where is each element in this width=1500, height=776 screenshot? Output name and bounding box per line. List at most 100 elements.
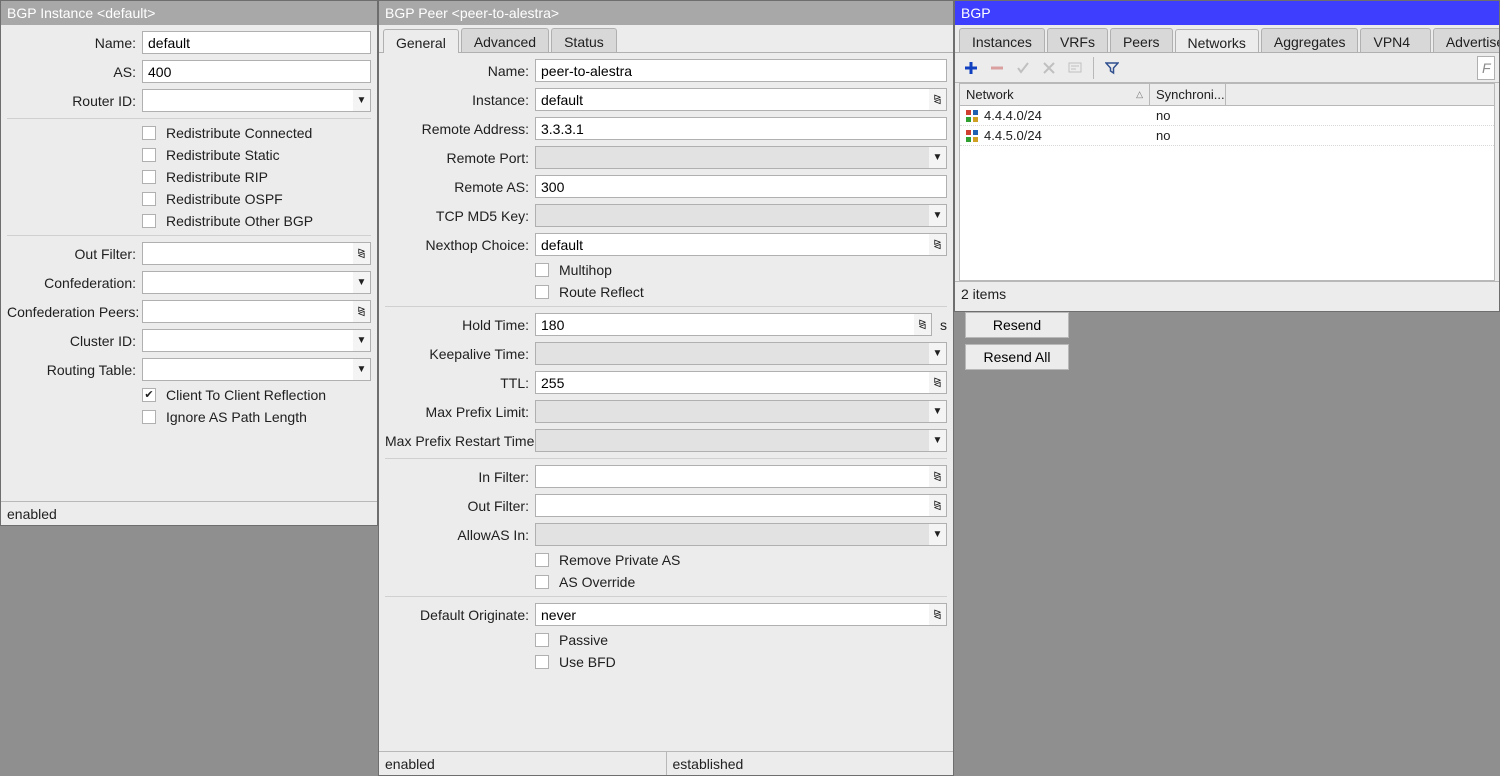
chk-client-to-client[interactable] [142,388,156,402]
table-row[interactable]: 4.4.5.0/24no [960,126,1494,146]
updown-icon[interactable]: ⧎ [914,313,932,336]
unit-seconds: s [936,317,947,333]
lbl-confed-peers: Confederation Peers: [7,304,142,320]
instance-confed-input[interactable] [142,271,353,294]
chevron-down-icon[interactable]: ▼ [929,429,947,452]
lbl-ttl: TTL: [385,375,535,391]
instance-routerid-input[interactable] [142,89,353,112]
lbl-nexthop: Nexthop Choice: [385,237,535,253]
chk-redist-connected[interactable] [142,126,156,140]
chevron-down-icon[interactable]: ▼ [353,89,371,112]
lbl-passive: Passive [559,632,608,648]
remove-icon[interactable] [985,56,1009,80]
chk-redist-otherbgp[interactable] [142,214,156,228]
peer-allowas-input[interactable] [535,523,929,546]
instance-title: BGP Instance <default> [1,1,377,25]
bgp-tabs: Instances VRFs Peers Networks Aggregates… [955,25,1499,53]
peer-name-input[interactable] [535,59,947,82]
instance-as-input[interactable] [142,60,371,83]
col-blank[interactable] [1226,84,1494,105]
updown-icon[interactable]: ⧎ [353,300,371,323]
tab-aggregates[interactable]: Aggregates [1261,28,1359,52]
instance-routingtable-input[interactable] [142,358,353,381]
lbl-clusterid: Cluster ID: [7,333,142,349]
disable-icon[interactable] [1037,56,1061,80]
chevron-down-icon[interactable]: ▼ [353,329,371,352]
chk-redist-rip[interactable] [142,170,156,184]
chevron-down-icon[interactable]: ▼ [929,523,947,546]
updown-icon[interactable]: ⧎ [929,233,947,256]
lbl-maxprefix: Max Prefix Limit: [385,404,535,420]
updown-icon[interactable]: ⧎ [929,371,947,394]
chk-redist-static[interactable] [142,148,156,162]
chk-as-override[interactable] [535,575,549,589]
chevron-down-icon[interactable]: ▼ [929,204,947,227]
chevron-down-icon[interactable]: ▼ [929,400,947,423]
tab-peers[interactable]: Peers [1110,28,1173,52]
chk-ignore-aspath[interactable] [142,410,156,424]
lbl-keepalive: Keepalive Time: [385,346,535,362]
lbl-use-bfd: Use BFD [559,654,616,670]
chk-redist-ospf[interactable] [142,192,156,206]
tab-advanced[interactable]: Advanced [461,28,549,52]
peer-default-originate-input[interactable] [535,603,929,626]
updown-icon[interactable]: ⧎ [353,242,371,265]
instance-outfilter-input[interactable] [142,242,353,265]
peer-md5-input[interactable] [535,204,929,227]
lbl-routerid: Router ID: [7,93,142,109]
instance-status: enabled [1,502,377,525]
lbl-routereflect: Route Reflect [559,284,644,300]
peer-holdtime-input[interactable] [535,313,914,336]
chk-remove-privateas[interactable] [535,553,549,567]
chevron-down-icon[interactable]: ▼ [929,146,947,169]
updown-icon[interactable]: ⧎ [929,465,947,488]
instance-clusterid-input[interactable] [142,329,353,352]
chevron-down-icon[interactable]: ▼ [929,342,947,365]
peer-keepalive-input[interactable] [535,342,929,365]
peer-ttl-input[interactable] [535,371,929,394]
resend-all-button[interactable]: Resend All [965,344,1069,370]
peer-outfilter-input[interactable] [535,494,929,517]
lbl-holdtime: Hold Time: [385,317,535,333]
peer-remoteaddr-input[interactable] [535,117,947,140]
col-network[interactable]: Network△ [960,84,1150,105]
updown-icon[interactable]: ⧎ [929,603,947,626]
peer-maxprefixrestart-input[interactable] [535,429,929,452]
tab-networks[interactable]: Networks [1175,29,1259,53]
peer-remoteport-input[interactable] [535,146,929,169]
chevron-down-icon[interactable]: ▼ [353,358,371,381]
updown-icon[interactable]: ⧎ [929,88,947,111]
tab-instances[interactable]: Instances [959,28,1045,52]
table-row[interactable]: 4.4.4.0/24no [960,106,1494,126]
chk-routereflect[interactable] [535,285,549,299]
comment-icon[interactable] [1063,56,1087,80]
peer-maxprefix-input[interactable] [535,400,929,423]
tab-vrfs[interactable]: VRFs [1047,28,1108,52]
tab-status[interactable]: Status [551,28,617,52]
lbl-ignore-aspath: Ignore AS Path Length [166,409,307,425]
chevron-down-icon[interactable]: ▼ [353,271,371,294]
tab-advertisements[interactable]: Advertisements [1433,28,1499,52]
lbl-allowas: AllowAS In: [385,527,535,543]
instance-name-input[interactable] [142,31,371,54]
chk-multihop[interactable] [535,263,549,277]
filter-icon[interactable] [1100,56,1124,80]
lbl-as-override: AS Override [559,574,635,590]
enable-icon[interactable] [1011,56,1035,80]
add-icon[interactable] [959,56,983,80]
lbl-as: AS: [7,64,142,80]
peer-infilter-input[interactable] [535,465,929,488]
filter-input[interactable]: F [1477,56,1495,80]
tab-vpn4routes[interactable]: VPN4 Routes [1360,28,1430,52]
lbl-maxprefixrestart: Max Prefix Restart Time: [385,433,535,449]
tab-general[interactable]: General [383,29,459,53]
instance-confedpeers-input[interactable] [142,300,353,323]
peer-remoteas-input[interactable] [535,175,947,198]
chk-use-bfd[interactable] [535,655,549,669]
peer-instance-input[interactable] [535,88,929,111]
updown-icon[interactable]: ⧎ [929,494,947,517]
col-sync[interactable]: Synchroni... [1150,84,1226,105]
peer-nexthop-input[interactable] [535,233,929,256]
chk-passive[interactable] [535,633,549,647]
resend-button[interactable]: Resend [965,312,1069,338]
